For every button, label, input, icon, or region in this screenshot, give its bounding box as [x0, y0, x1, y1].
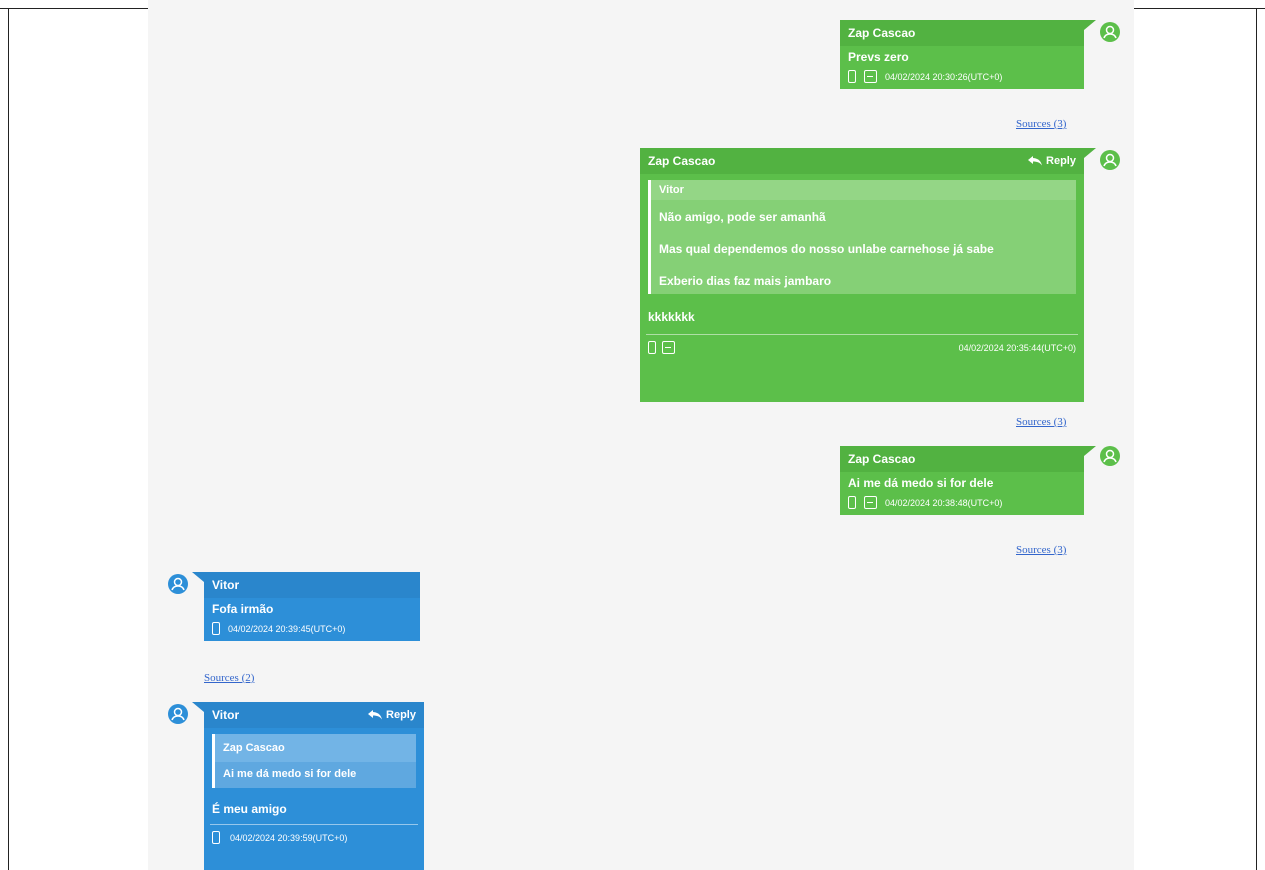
message-meta: 04/02/2024 20:39:45(UTC+0) — [204, 620, 420, 641]
message-timestamp: 04/02/2024 20:30:26(UTC+0) — [885, 71, 1003, 82]
sources-link[interactable]: Sources (3) — [1016, 544, 1066, 556]
message-meta: 04/02/2024 20:30:26(UTC+0) — [840, 68, 1084, 89]
message-bubble-outgoing: Zap Cascao Prevs zero 04/02/2024 20:30:2… — [840, 20, 1084, 89]
message-text: kkkkkkk — [648, 310, 695, 324]
message-bubble-incoming-reply: Vitor Reply Zap Cascao Ai me dá medo si … — [204, 702, 424, 870]
quoted-line: Não amigo, pode ser amanhã — [659, 210, 826, 224]
message-timestamp: 04/02/2024 20:39:59(UTC+0) — [230, 832, 348, 843]
reply-button[interactable]: Reply — [1028, 148, 1076, 174]
message-timestamp: 04/02/2024 20:35:44(UTC+0) — [958, 342, 1076, 353]
bubble-tail — [192, 702, 204, 712]
quoted-message[interactable]: Vitor Não amigo, pode ser amanhã Mas qua… — [648, 180, 1076, 294]
reply-label: Reply — [386, 709, 416, 721]
reply-label: Reply — [1046, 155, 1076, 167]
phone-icon — [848, 496, 856, 509]
message-header: Zap Cascao Reply — [640, 148, 1084, 174]
reply-icon — [368, 710, 383, 720]
user-icon — [168, 574, 188, 594]
phone-icon — [848, 70, 856, 83]
reply-button[interactable]: Reply — [368, 702, 416, 728]
bubble-tail — [1084, 20, 1096, 30]
message-author: Vitor — [212, 578, 240, 592]
message-author: Zap Cascao — [848, 452, 916, 466]
attachment-icon — [662, 341, 675, 354]
quoted-line: Exberio dias faz mais jambaro — [659, 274, 832, 288]
frame-line-right — [1256, 8, 1257, 870]
message-bubble-outgoing: Zap Cascao Ai me dá medo si for dele 04/… — [840, 446, 1084, 515]
bubble-tail — [1084, 446, 1096, 456]
user-icon — [1100, 446, 1120, 466]
message-author: Zap Cascao — [648, 154, 716, 168]
frame-line-top-right — [1134, 8, 1265, 9]
sources-link[interactable]: Sources (3) — [1016, 118, 1066, 130]
user-icon — [1100, 22, 1120, 42]
user-icon — [1100, 150, 1120, 170]
message-bubble-outgoing-reply: Zap Cascao Reply Vitor Não amigo, pode s… — [640, 148, 1084, 402]
message-meta: 04/02/2024 20:35:44(UTC+0) — [646, 334, 1078, 360]
phone-icon — [212, 831, 220, 844]
frame-line-top-left — [0, 8, 148, 9]
message-text: Ai me dá medo si for dele — [848, 476, 994, 490]
bubble-tail — [192, 572, 204, 582]
quoted-author: Vitor — [651, 180, 1076, 200]
phone-icon — [212, 622, 220, 635]
sources-link[interactable]: Sources (3) — [1016, 416, 1066, 428]
message-text: Fofa irmão — [212, 602, 274, 616]
message-meta: 04/02/2024 20:38:48(UTC+0) — [840, 494, 1084, 515]
quoted-line: Ai me dá medo si for dele — [223, 768, 357, 780]
user-icon — [168, 704, 188, 724]
attachment-icon — [864, 496, 877, 509]
message-meta: 04/02/2024 20:39:59(UTC+0) — [210, 824, 418, 850]
message-header: Zap Cascao — [840, 20, 1084, 46]
attachment-icon — [864, 70, 877, 83]
message-text: Prevs zero — [848, 50, 909, 64]
message-timestamp: 04/02/2024 20:39:45(UTC+0) — [228, 623, 346, 634]
quoted-author: Zap Cascao — [215, 734, 416, 762]
phone-icon — [648, 341, 656, 354]
message-header: Zap Cascao — [840, 446, 1084, 472]
message-bubble-incoming: Vitor Fofa irmão 04/02/2024 20:39:45(UTC… — [204, 572, 420, 641]
quoted-line: Mas qual dependemos do nosso unlabe carn… — [659, 242, 994, 256]
message-header: Vitor — [204, 572, 420, 598]
sources-link[interactable]: Sources (2) — [204, 672, 254, 684]
message-timestamp: 04/02/2024 20:38:48(UTC+0) — [885, 497, 1003, 508]
message-author: Vitor — [212, 708, 240, 722]
bubble-tail — [1084, 148, 1096, 158]
quoted-message[interactable]: Zap Cascao Ai me dá medo si for dele — [212, 734, 416, 788]
message-header: Vitor Reply — [204, 702, 424, 728]
message-author: Zap Cascao — [848, 26, 916, 40]
reply-icon — [1028, 156, 1043, 166]
message-text: É meu amigo — [212, 802, 287, 816]
frame-line-left — [8, 8, 9, 870]
